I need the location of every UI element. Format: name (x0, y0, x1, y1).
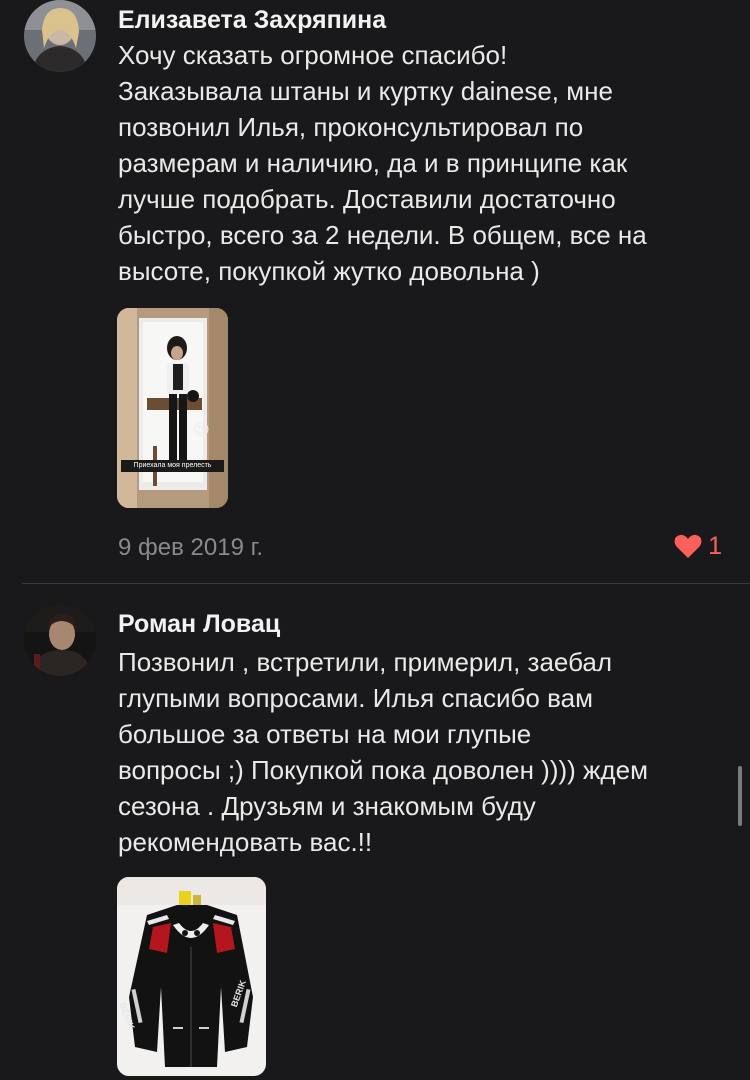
review-text: Хочу сказать огромное спасибо! Заказывал… (118, 37, 728, 289)
review-text-line: размерам и наличию, да и в принципе как (118, 148, 628, 178)
review-text-line: рекомендовать вас.!! (118, 827, 373, 857)
review-text: Позвонил , встретили, примерил, заебал г… (118, 644, 728, 860)
avatar[interactable] (24, 604, 96, 676)
review-text-line: быстро, всего за 2 недели. В общем, все … (118, 220, 647, 250)
heart-icon (674, 534, 702, 558)
review-text-line: большое за ответы на мои глупые (118, 719, 532, 749)
review-author[interactable]: Роман Ловац (118, 610, 280, 639)
mirror-selfie-image (117, 308, 228, 508)
avatar-photo (24, 0, 96, 72)
like-button[interactable]: 1 (674, 532, 722, 561)
review-text-line: глупыми вопросами. Илья спасибо вам (118, 683, 593, 713)
jacket-photo (117, 877, 266, 1076)
review-text-line: высоте, покупкой жутко довольна ) (118, 256, 540, 286)
review-text-line: лучше подобрать. Доставили достаточно (118, 184, 616, 214)
review-photo[interactable]: BERIK BERIK (117, 877, 266, 1076)
like-count: 1 (708, 532, 722, 560)
review-text-line: Позвонил , встретили, примерил, заебал (118, 647, 613, 677)
story-caption-sticker: Приехала моя прелесть (121, 460, 224, 472)
review-divider (22, 583, 750, 584)
review-text-line: позвонил Илья, проконсультировал по (118, 112, 584, 142)
story-emoji-sticker: 😍 (193, 422, 210, 439)
review-author[interactable]: Елизавета Захряпина (118, 6, 386, 35)
review-date: 9 фев 2019 г. (118, 534, 264, 561)
review-text-line: вопросы ;) Покупкой пока доволен )))) жд… (118, 755, 648, 785)
review-item: Роман Ловац Позвонил , встретили, пример… (0, 600, 750, 1080)
review-text-line: Хочу сказать огромное спасибо! (118, 40, 508, 70)
avatar[interactable] (24, 0, 96, 72)
review-text-line: Заказывала штаны и куртку dainese, мне (118, 76, 613, 106)
avatar-photo (24, 604, 96, 676)
review-text-line: сезона . Друзьям и знакомым буду (118, 791, 536, 821)
review-item: Елизавета Захряпина Хочу сказать огромно… (0, 0, 750, 584)
review-photo[interactable]: 😍 Приехала моя прелесть (117, 308, 228, 508)
scrollbar[interactable] (738, 766, 742, 826)
